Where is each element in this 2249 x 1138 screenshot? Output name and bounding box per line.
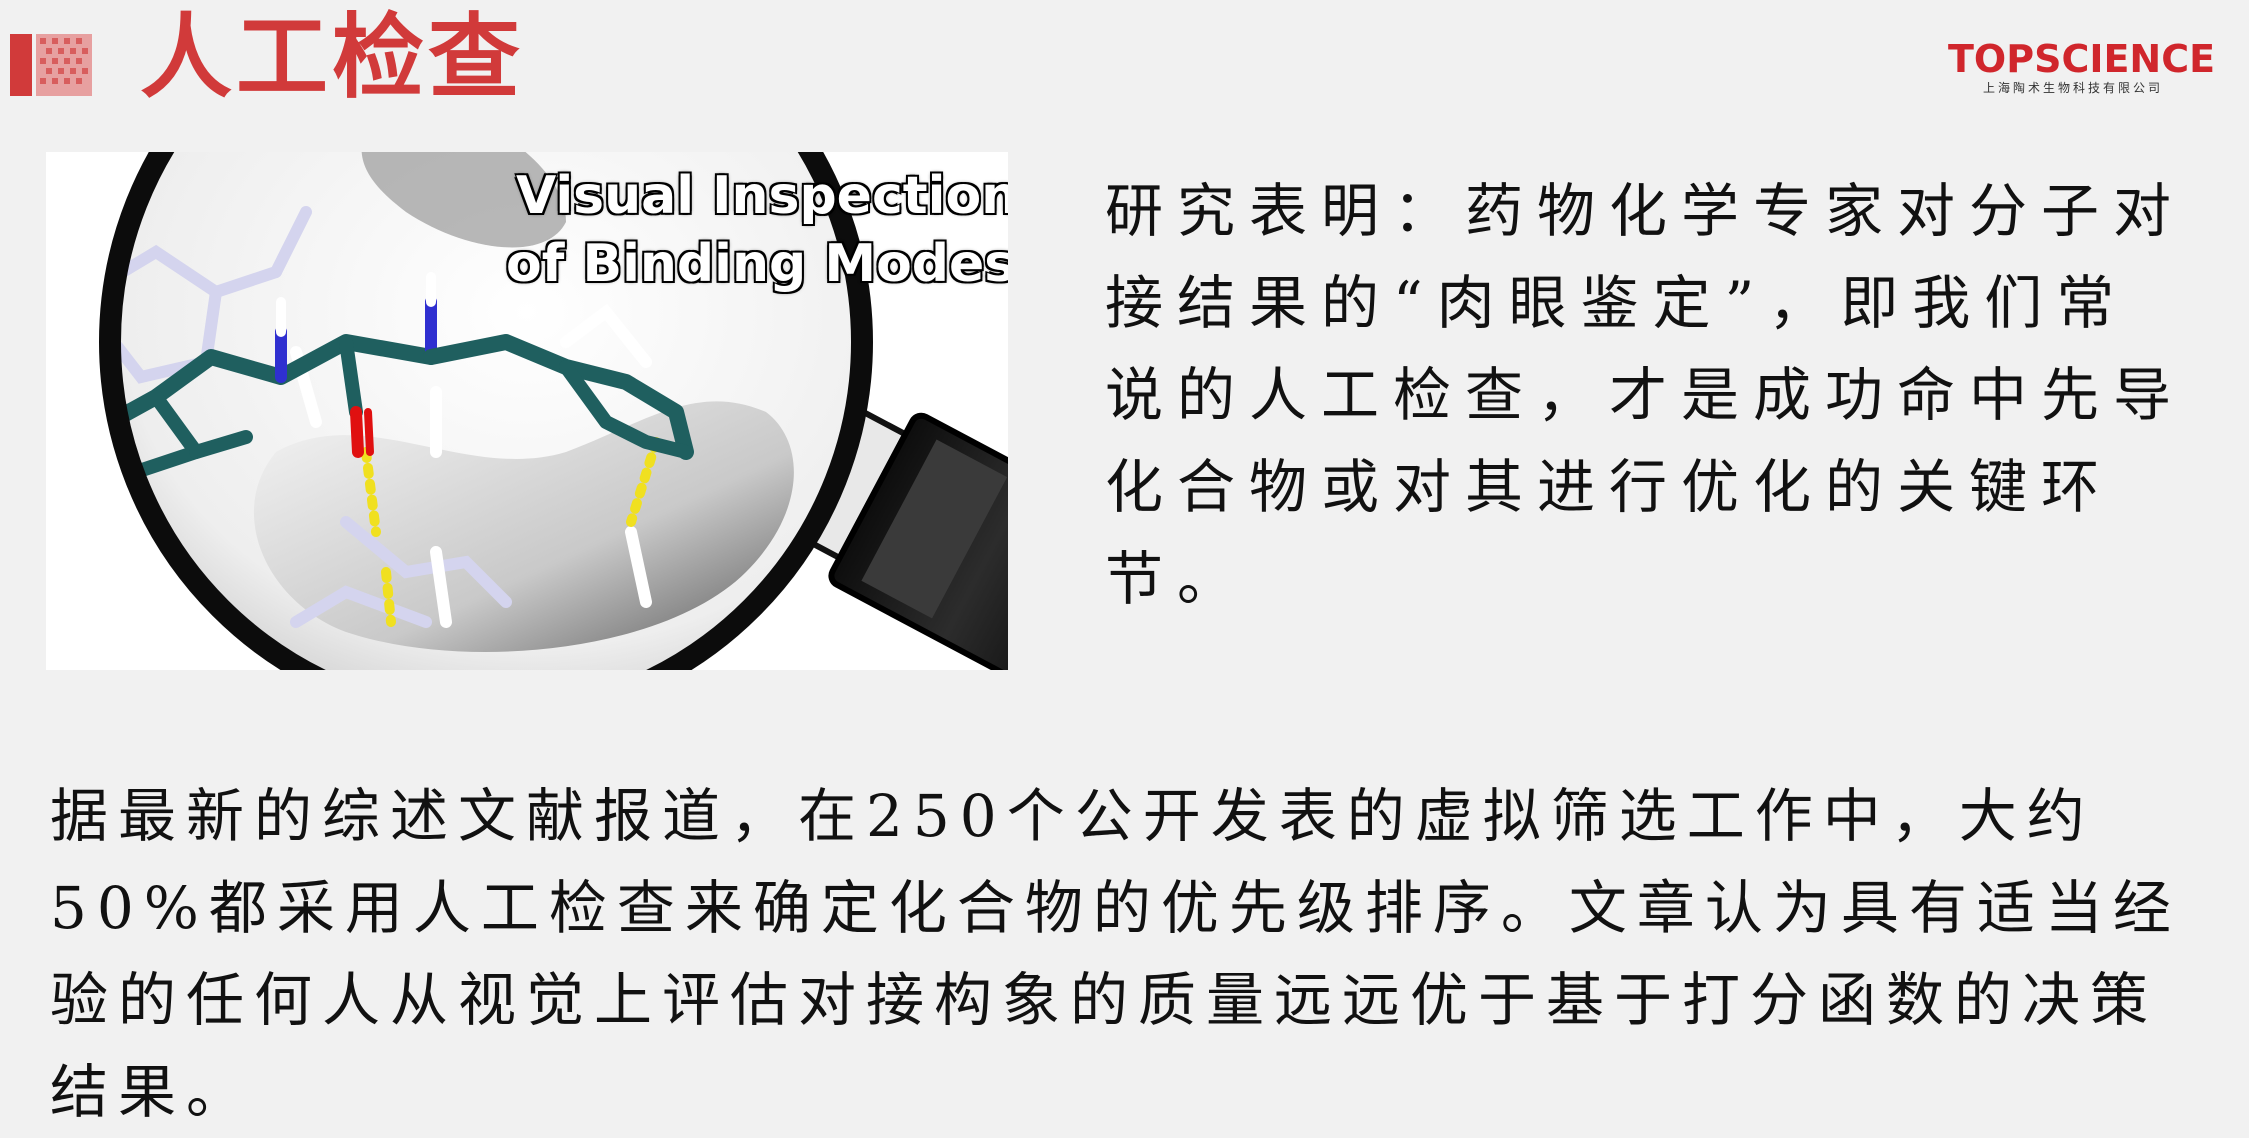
logo-brand: TOPSCIENCE (1948, 37, 2216, 81)
logo-subtitle: 上海陶术生物科技有限公司 (1982, 81, 2163, 95)
right-paragraph: 研究表明：药物化学专家对分子对接结果的“肉眼鉴定”，即我们常说的人工检查，才是成… (1105, 177, 2186, 613)
binding-mode-illustration: Visual Inspection of Binding Modes (46, 152, 1008, 670)
bottom-paragraph: 据最新的综述文献报道，在250个公开发表的虚拟筛选工作中，大约50%都采用人工检… (50, 782, 2181, 1126)
caption-line-1: Visual Inspection (516, 166, 1008, 226)
page-title: 人工检查 (140, 4, 525, 111)
title-decoration-icon (10, 28, 96, 100)
illustration-caption: Visual Inspection of Binding Modes (506, 162, 1008, 298)
caption-line-2: of Binding Modes (506, 234, 1008, 294)
topscience-logo: TOPSCIENCE 上海陶术生物科技有限公司 (1948, 37, 2216, 98)
